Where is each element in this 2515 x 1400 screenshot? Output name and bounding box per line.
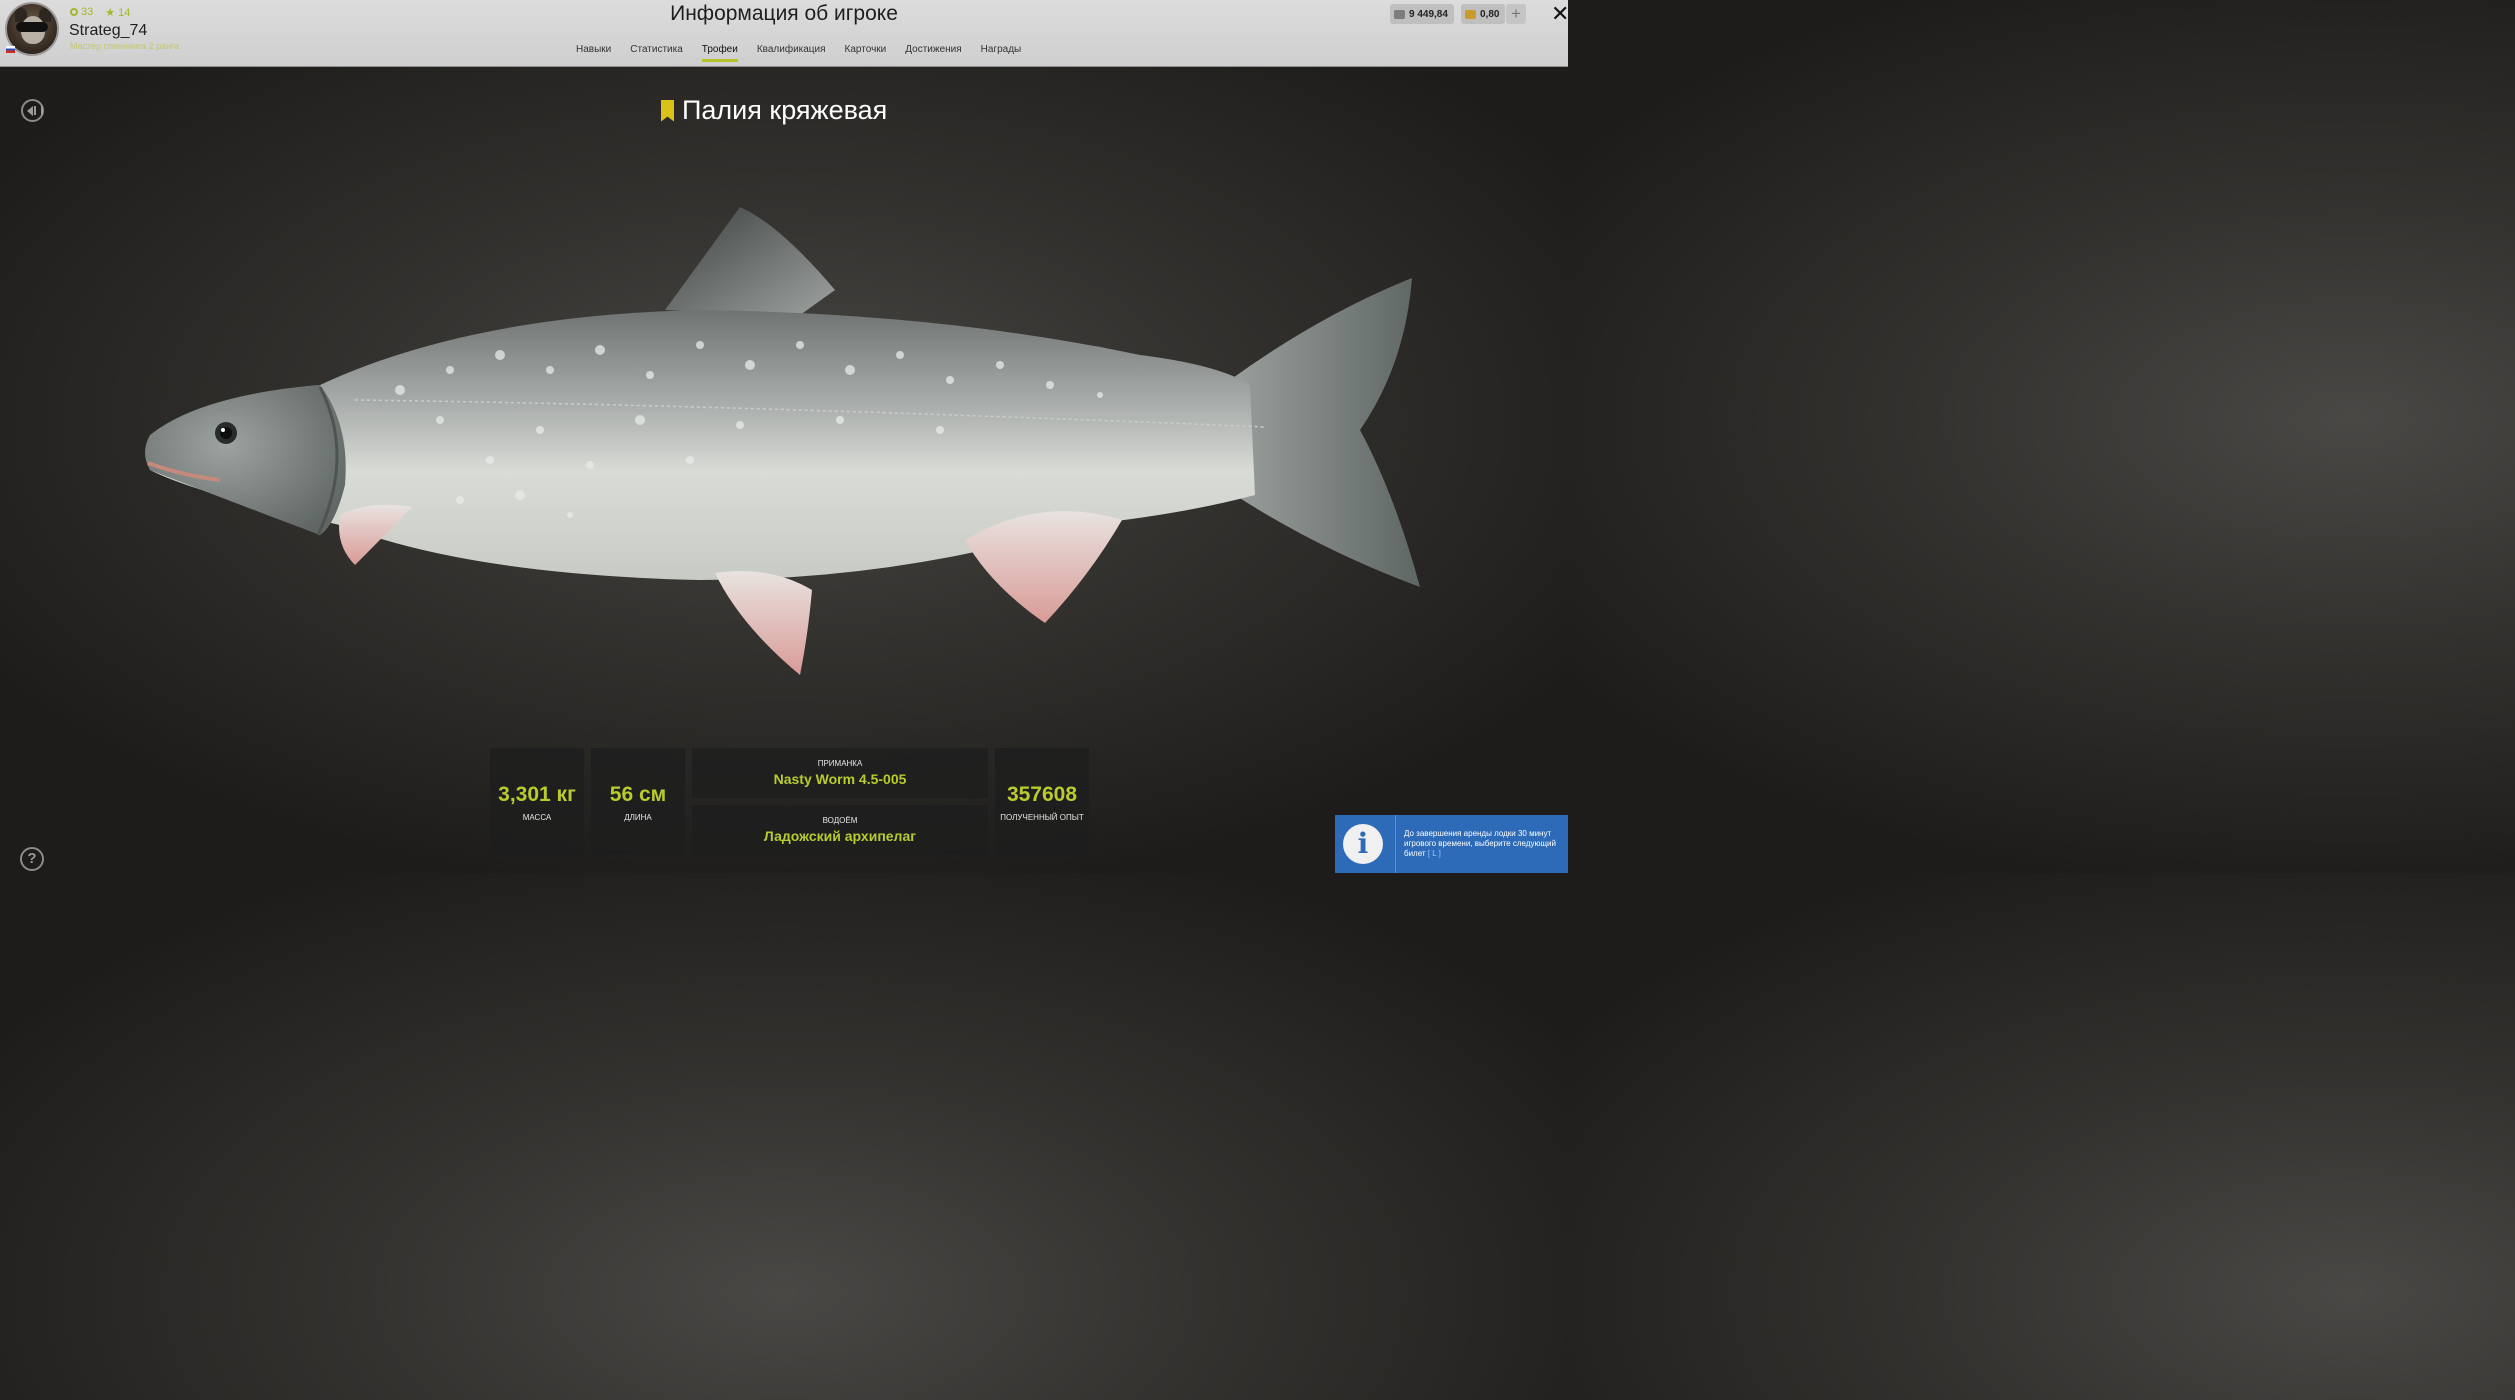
help-icon[interactable]: ? (20, 847, 44, 871)
country-flag-icon (6, 46, 15, 53)
silver-balance: 9 449,84 (1390, 4, 1454, 24)
xp-label: ПОЛУЧЕННЫЙ ОПЫТ (1000, 813, 1084, 822)
gold-coin-icon (1465, 9, 1476, 19)
tab-achievements[interactable]: Достижения (895, 44, 970, 61)
tab-rewards[interactable]: Награды (971, 44, 1031, 61)
close-button[interactable]: ✕ (1551, 1, 1569, 27)
trophy-title: Палия кряжевая (661, 95, 887, 126)
info-icon: i (1343, 824, 1383, 864)
tab-qualification[interactable]: Квалификация (747, 44, 835, 61)
length-value: 56 см (609, 783, 667, 806)
mass-label: МАССА (522, 813, 552, 822)
silver-amount: 9 449,84 (1409, 8, 1448, 20)
water-card: ВОДОЁМ Ладожский архипелаг (692, 805, 988, 855)
page-title: Информация об игроке (670, 2, 898, 25)
notification-message: До завершения аренды лодки 30 минут игро… (1404, 829, 1556, 858)
bookmark-star-icon (661, 99, 674, 122)
gold-balance: 0,80 (1461, 4, 1506, 24)
length-card: 56 см ДЛИНА (591, 748, 685, 855)
add-currency-button[interactable]: + (1506, 4, 1526, 24)
xp-card: 357608 ПОЛУЧЕННЫЙ ОПЫТ (995, 748, 1089, 855)
fish-image (145, 207, 1420, 675)
bait-label: ПРИМАНКА (817, 759, 863, 768)
notification-text: До завершения аренды лодки 30 минут игро… (1396, 829, 1566, 859)
tab-statistics[interactable]: Статистика (620, 44, 692, 61)
water-value: Ладожский архипелаг (763, 828, 917, 844)
player-rank: Мастер спиннинга 2 ранга (70, 41, 180, 51)
mass-card: 3,301 кг МАССА (490, 748, 584, 855)
tab-trophies[interactable]: Трофеи (692, 44, 747, 62)
mass-value: 3,301 кг (498, 783, 576, 806)
top-bar: 33 ★ 14 Strateg_74 Мастер спиннинга 2 ра… (0, 0, 1569, 67)
notification-toast[interactable]: i До завершения аренды лодки 30 минут иг… (1335, 815, 1568, 873)
bait-value: Nasty Worm 4.5-005 (773, 771, 907, 787)
back-icon[interactable] (21, 99, 44, 122)
tab-skills[interactable]: Навыки (566, 44, 620, 61)
fish-name: Палия кряжевая (682, 95, 888, 125)
gold-amount: 0,80 (1480, 8, 1500, 20)
silver-coin-icon (1394, 9, 1405, 19)
bait-card: ПРИМАНКА Nasty Worm 4.5-005 (692, 748, 988, 798)
length-label: ДЛИНА (624, 813, 652, 822)
notification-key: [ L ] (1427, 849, 1441, 858)
water-label: ВОДОЁМ (822, 816, 858, 825)
xp-value: 357608 (1006, 783, 1078, 806)
tab-bar: Навыки Статистика Трофеи Квалификация Ка… (566, 44, 1031, 62)
tab-cards[interactable]: Карточки (835, 44, 896, 61)
